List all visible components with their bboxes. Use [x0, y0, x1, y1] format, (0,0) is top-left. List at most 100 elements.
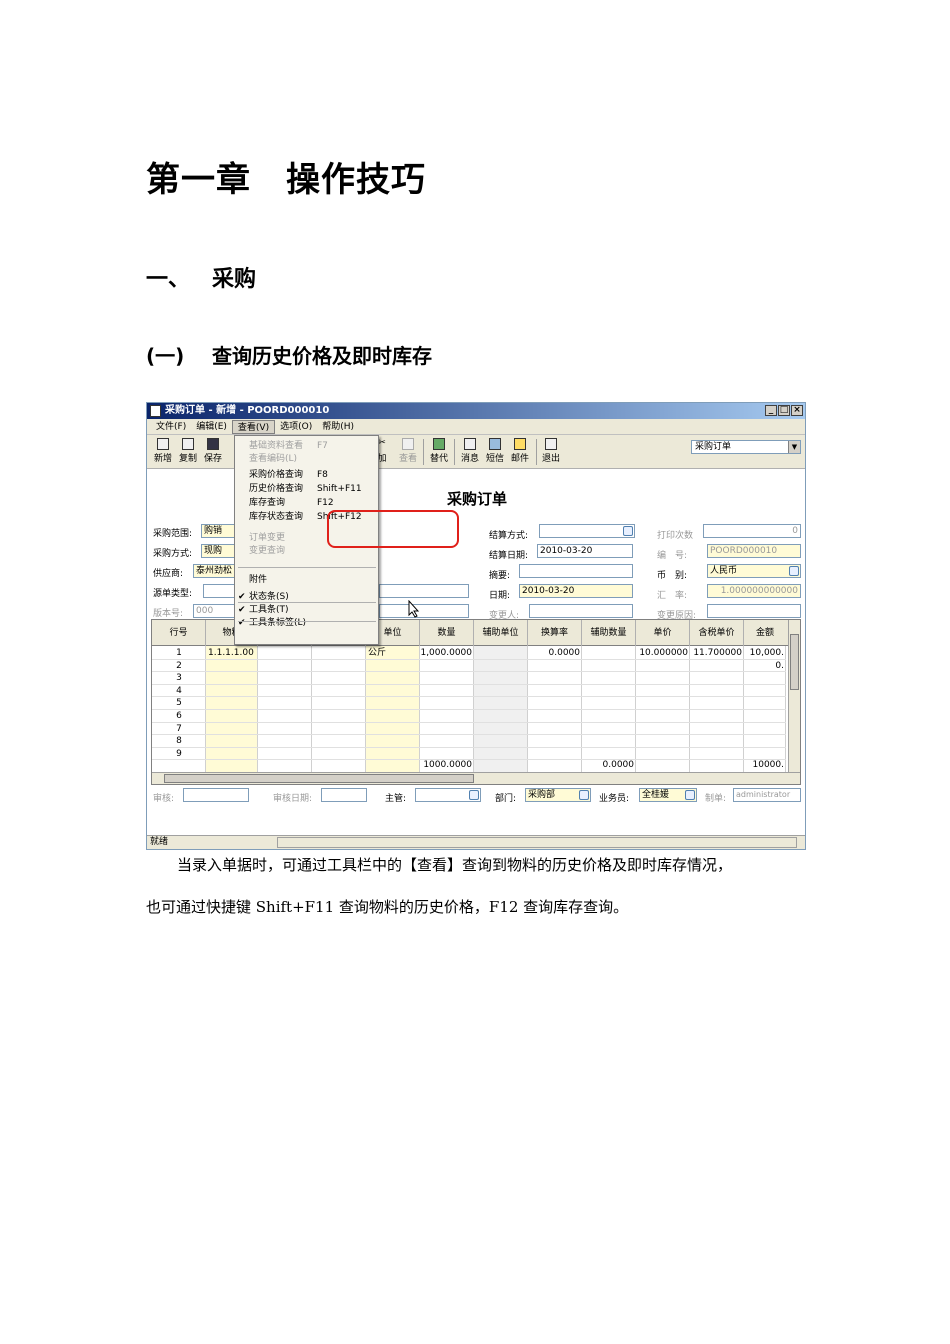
- sms-button[interactable]: 短信: [483, 438, 507, 464]
- view-button[interactable]: 查看: [396, 438, 420, 464]
- col-tax-price[interactable]: 含税单价: [690, 620, 744, 646]
- menu-item-1[interactable]: 查看编码(L): [235, 453, 378, 466]
- table-row[interactable]: 3: [152, 672, 786, 685]
- col-row-no[interactable]: 行号: [152, 620, 206, 646]
- table-row[interactable]: 7: [152, 723, 786, 736]
- source-number-field[interactable]: [379, 584, 469, 598]
- supervisor-field[interactable]: [415, 788, 481, 802]
- lookup-icon[interactable]: [789, 566, 799, 576]
- cell-unit[interactable]: 公斤: [368, 647, 418, 659]
- change-reason-field[interactable]: [707, 604, 801, 618]
- cell-no[interactable]: 5: [152, 697, 206, 709]
- cell-item[interactable]: 1.1.1.1.00: [208, 647, 258, 659]
- lookup-icon[interactable]: [579, 790, 589, 800]
- lookup-icon[interactable]: [685, 790, 695, 800]
- cell-no[interactable]: 3: [152, 672, 206, 684]
- horizontal-scrollbar[interactable]: [152, 772, 800, 784]
- summary-field[interactable]: [519, 564, 633, 578]
- cell-qty[interactable]: 1,000.0000: [420, 647, 472, 659]
- menu-separator: [238, 567, 376, 568]
- cell-amount[interactable]: 10,000.: [744, 647, 784, 659]
- cell-amount[interactable]: 0.: [744, 660, 784, 672]
- menu-item-3[interactable]: 历史价格查询 Shift+F11: [235, 483, 378, 496]
- menu-item-10[interactable]: ✔ 工具条(T): [235, 604, 378, 617]
- supplier-field[interactable]: 泰州劲松: [193, 564, 235, 578]
- cell-no[interactable]: 4: [152, 685, 206, 697]
- cell-tax-price[interactable]: 11.700000: [690, 647, 742, 659]
- menu-view[interactable]: 查看(V): [231, 419, 276, 434]
- col-aux-unit[interactable]: 辅助单位: [474, 620, 528, 646]
- currency-field[interactable]: 人民币: [707, 564, 801, 578]
- bill-type-select[interactable]: 采购订单 ▼: [691, 440, 801, 454]
- version-field[interactable]: 000: [193, 604, 235, 618]
- menu-item-label: 变更查询: [249, 546, 286, 556]
- substitute-button[interactable]: 替代: [427, 438, 451, 464]
- col-amount[interactable]: 金额: [744, 620, 786, 646]
- scroll-thumb[interactable]: [790, 634, 799, 690]
- substitute-label: 替代: [429, 454, 448, 464]
- audit-field[interactable]: [183, 788, 249, 802]
- cell-no[interactable]: 6: [152, 710, 206, 722]
- settle-method-field[interactable]: [539, 524, 635, 538]
- purchase-method-field[interactable]: 现购: [201, 544, 235, 558]
- lookup-icon[interactable]: [469, 790, 479, 800]
- save-button[interactable]: 保存: [201, 438, 225, 464]
- menu-item-11[interactable]: ✔ 工具条标签(L): [235, 617, 378, 630]
- new-button[interactable]: 新增: [151, 438, 175, 464]
- settle-date-field[interactable]: 2010-03-20: [537, 544, 633, 558]
- version-extra-field[interactable]: [379, 604, 469, 618]
- source-type-field[interactable]: [203, 584, 235, 598]
- sms-icon: [489, 438, 501, 450]
- purchase-scope-label: 采购范围:: [153, 529, 193, 539]
- scroll-thumb[interactable]: [164, 774, 474, 783]
- col-aux-qty[interactable]: 辅助数量: [582, 620, 636, 646]
- table-row[interactable]: 2 0.: [152, 660, 786, 673]
- table-row[interactable]: 4: [152, 685, 786, 698]
- print-count-label: 打印次数: [657, 531, 694, 541]
- lookup-icon[interactable]: [623, 526, 633, 536]
- table-row[interactable]: 8: [152, 735, 786, 748]
- exit-button[interactable]: 退出: [539, 438, 563, 464]
- number-field[interactable]: POORD000010: [707, 544, 801, 558]
- table-row[interactable]: 6: [152, 710, 786, 723]
- cell-no[interactable]: 9: [152, 748, 206, 760]
- table-row[interactable]: 5: [152, 697, 786, 710]
- purchase-order-window: 采购订单 - 新增 - POORD000010 _ □ × 文件(F) 编辑(E…: [146, 402, 806, 850]
- bill-type-value: 采购订单: [695, 442, 732, 452]
- col-conv-rate[interactable]: 换算率: [528, 620, 582, 646]
- changer-field[interactable]: [529, 604, 633, 618]
- cell-no[interactable]: 2: [152, 660, 206, 672]
- vertical-scrollbar[interactable]: [788, 620, 800, 772]
- cell-price[interactable]: 10.000000: [636, 647, 688, 659]
- cell-no[interactable]: 7: [152, 723, 206, 735]
- col-price[interactable]: 单价: [636, 620, 690, 646]
- menu-help[interactable]: 帮助(H): [317, 420, 359, 434]
- menu-item-0[interactable]: 基础资料查看 F7: [235, 440, 378, 453]
- menu-item-label: 库存查询: [249, 498, 286, 508]
- purchase-scope-field[interactable]: 购销: [201, 524, 235, 538]
- minimize-button[interactable]: _: [765, 405, 777, 416]
- col-qty[interactable]: 数量: [420, 620, 474, 646]
- copy-button[interactable]: 复制: [176, 438, 200, 464]
- date-field[interactable]: 2010-03-20: [519, 584, 633, 598]
- sms-label: 短信: [485, 454, 504, 464]
- cell-rate[interactable]: 0.0000: [528, 647, 581, 659]
- dept-field[interactable]: 采购部: [525, 788, 591, 802]
- menu-item-2[interactable]: 采购价格查询 F8: [235, 469, 378, 482]
- menu-edit[interactable]: 编辑(E): [191, 420, 232, 434]
- table-row[interactable]: 1 1.1.1.1.00 公斤 1,000.0000 0.0000 10.000000 11…: [152, 647, 786, 660]
- menu-item-8[interactable]: 附件: [235, 574, 378, 587]
- menu-options[interactable]: 选项(O): [275, 420, 317, 434]
- rate-field[interactable]: 1.000000000000: [707, 584, 801, 598]
- status-pane: [277, 837, 797, 848]
- maximize-button[interactable]: □: [778, 405, 790, 416]
- menu-file[interactable]: 文件(F): [151, 420, 191, 434]
- cell-no[interactable]: 1: [152, 647, 206, 659]
- mail-button[interactable]: 邮件: [508, 438, 532, 464]
- cell-no[interactable]: 8: [152, 735, 206, 747]
- audit-date-field[interactable]: [321, 788, 367, 802]
- message-button[interactable]: 消息: [458, 438, 482, 464]
- close-button[interactable]: ×: [791, 405, 803, 416]
- menu-item-4[interactable]: 库存查询 F12: [235, 497, 378, 510]
- clerk-field[interactable]: 全桂媛: [639, 788, 697, 802]
